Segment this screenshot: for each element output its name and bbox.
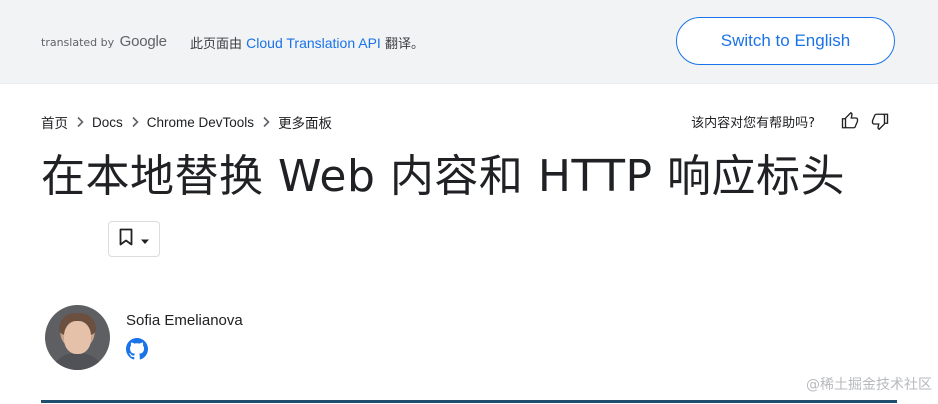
translation-message: 此页面由 Cloud Translation API 翻译。 (190, 33, 424, 52)
breadcrumb-item-home[interactable]: 首页 (41, 112, 68, 132)
translation-banner: translated by Google 此页面由 Cloud Translat… (0, 0, 938, 84)
page-title: 在本地替换 Web 内容和 HTTP 响应标头 (41, 151, 845, 202)
arrow-drop-down-icon (140, 230, 150, 249)
helpful-question: 该内容对您有帮助吗? (691, 115, 815, 131)
helpful-feedback: 该内容对您有帮助吗? (691, 110, 891, 132)
thumb-down-icon[interactable] (869, 110, 891, 132)
bookmark-icon (118, 228, 134, 250)
section-divider (41, 400, 897, 403)
chevron-right-icon (254, 115, 278, 130)
breadcrumb-item-more-panels[interactable]: 更多面板 (278, 112, 332, 132)
watermark: @稀土掘金技术社区 (806, 377, 932, 393)
author-avatar (45, 305, 110, 370)
thumb-up-icon[interactable] (839, 110, 861, 132)
github-icon[interactable] (126, 338, 148, 360)
chevron-right-icon (68, 115, 92, 130)
translated-by-google: translated by Google (41, 33, 167, 50)
translation-message-prefix: 此页面由 (190, 37, 243, 52)
breadcrumb: 首页 Docs Chrome DevTools 更多面板 (41, 112, 332, 132)
cloud-translation-link[interactable]: Cloud Translation API (246, 35, 381, 51)
switch-to-english-button[interactable]: Switch to English (676, 17, 895, 65)
chevron-right-icon (123, 115, 147, 130)
author-name[interactable]: Sofia Emelianova (126, 312, 243, 329)
translation-message-suffix: 翻译。 (384, 37, 424, 52)
breadcrumb-item-chrome-devtools[interactable]: Chrome DevTools (147, 115, 254, 130)
bookmark-button[interactable] (108, 221, 160, 257)
translated-by-label: translated by (41, 36, 115, 49)
breadcrumb-item-docs[interactable]: Docs (92, 115, 123, 130)
google-logo-text: Google (119, 33, 167, 50)
